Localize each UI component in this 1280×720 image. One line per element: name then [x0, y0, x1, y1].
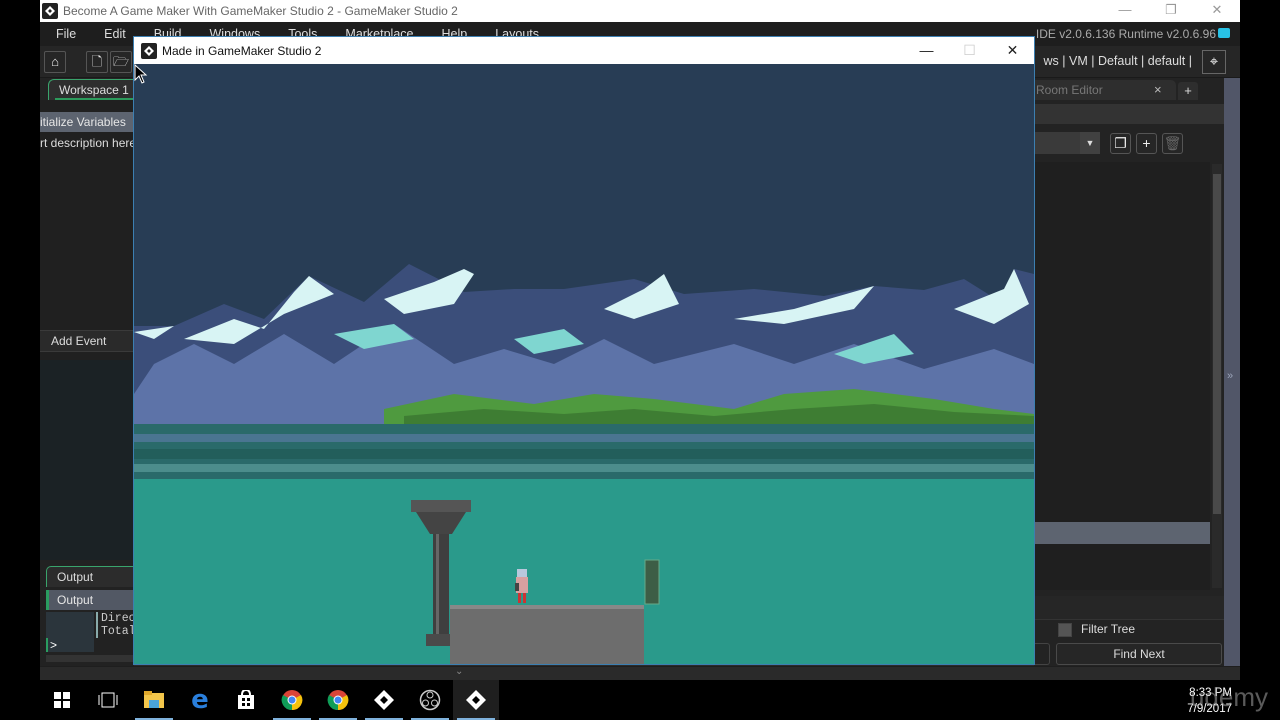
home-icon[interactable]: ⌂	[44, 51, 66, 73]
lake-reflection-band	[134, 464, 1034, 472]
taskbar-chrome-2[interactable]	[315, 680, 361, 720]
ide-titlebar: Become A Game Maker With GameMaker Studi…	[40, 0, 1240, 22]
target-crosshair-icon[interactable]: ⌖	[1202, 50, 1226, 74]
tab-workspace-1[interactable]: Workspace 1	[48, 79, 139, 100]
output-horizontal-scrollbar[interactable]	[46, 654, 134, 662]
game-titlebar: Made in GameMaker Studio 2 — ☐ ✕	[134, 37, 1034, 64]
start-button[interactable]	[39, 680, 85, 720]
game-window: Made in GameMaker Studio 2 — ☐ ✕	[133, 36, 1035, 665]
game-canvas[interactable]	[134, 64, 1034, 664]
resource-tree-panel: Room Editor × + ▼ ❐ + 🗑 Filter Tree Find…	[1034, 78, 1224, 668]
scrollbar-thumb[interactable]	[1213, 174, 1221, 514]
filter-tree-checkbox[interactable]	[1058, 623, 1072, 637]
taskbar-gamemaker-1[interactable]	[361, 680, 407, 720]
output-header: Output	[46, 590, 134, 610]
gamemaker-logo-icon	[42, 3, 58, 19]
chevron-down-icon[interactable]: ▼	[1080, 132, 1100, 154]
green-stone-block	[644, 559, 660, 605]
chrome-icon	[281, 690, 303, 711]
edge-icon: e	[191, 685, 209, 715]
stone-platform	[450, 605, 644, 664]
game-maximize-button[interactable]: ☐	[948, 37, 991, 64]
tab-output[interactable]: Output	[46, 566, 134, 587]
find-next-button[interactable]: Find Next	[1056, 643, 1222, 665]
duplicate-icon[interactable]: ❐	[1110, 133, 1131, 154]
output-log: Direc Total	[96, 612, 136, 638]
game-minimize-button[interactable]: —	[905, 37, 948, 64]
code-area	[40, 360, 134, 560]
stone-platform-top	[450, 605, 644, 609]
add-event-button[interactable]: Add Event	[40, 330, 134, 352]
filter-tree-label: Filter Tree	[1081, 622, 1136, 636]
taskbar-gamemaker-2[interactable]	[453, 680, 499, 720]
find-previous-button[interactable]	[1034, 643, 1050, 665]
taskbar-file-explorer[interactable]	[131, 680, 177, 720]
event-item-initialize-variables[interactable]: itialize Variables	[40, 112, 134, 132]
task-view-icon	[98, 692, 118, 708]
bottom-dock-strip: ⌄	[40, 666, 1240, 680]
gamemaker-icon	[374, 690, 394, 710]
ide-close-button[interactable]: ✕	[1194, 0, 1240, 22]
pillar-shaft	[433, 534, 449, 639]
target-selector[interactable]: ws | VM | Default | default |	[1044, 54, 1192, 68]
find-input[interactable]	[1034, 596, 1224, 620]
chrome-icon	[327, 690, 349, 711]
store-icon	[238, 690, 254, 709]
new-file-icon[interactable]: 🗋	[86, 51, 108, 73]
mouse-cursor-icon	[134, 64, 148, 84]
resource-tree-scrollbar[interactable]	[1212, 164, 1222, 588]
obs-icon	[419, 689, 441, 711]
open-folder-icon[interactable]: 🗁	[110, 51, 132, 73]
udemy-watermark: udemy	[1189, 682, 1268, 712]
windows-logo-icon	[54, 692, 70, 708]
taskbar-obs[interactable]	[407, 680, 453, 720]
ide-minimize-button[interactable]: —	[1102, 0, 1148, 22]
output-line: Total	[101, 625, 136, 638]
resource-search-input[interactable]	[1034, 104, 1224, 124]
taskbar-chrome-1[interactable]	[269, 680, 315, 720]
task-view-button[interactable]	[85, 680, 131, 720]
add-tab-button[interactable]: +	[1178, 82, 1198, 100]
chevron-right-icon: >	[46, 638, 57, 652]
menu-edit[interactable]: Edit	[104, 27, 126, 41]
output-panel: Output Output Direc Total >	[40, 560, 136, 670]
collapse-panel-strip[interactable]: »	[1224, 78, 1240, 670]
taskbar-store[interactable]	[223, 680, 269, 720]
folder-icon	[144, 691, 164, 708]
close-tab-icon[interactable]: ×	[1154, 80, 1162, 100]
pillar-base	[426, 634, 450, 646]
double-chevron-right-icon: »	[1227, 370, 1234, 382]
pillar-highlight	[436, 534, 439, 639]
game-window-title: Made in GameMaker Studio 2	[162, 43, 322, 58]
event-description[interactable]: rt description here	[40, 134, 134, 152]
ide-title: Become A Game Maker With GameMaker Studi…	[63, 4, 458, 18]
taskbar-edge[interactable]: e	[177, 680, 223, 720]
game-scene	[134, 64, 1034, 664]
ide-restore-button[interactable]: ❐	[1148, 0, 1194, 22]
output-line: Direc	[101, 612, 136, 625]
lake-reflection-band	[134, 434, 1034, 442]
chat-icon[interactable]	[1218, 28, 1230, 38]
windows-taskbar: e 8:33 PM 7/9/2017 udemy	[0, 680, 1280, 720]
desktop: Become A Game Maker With GameMaker Studi…	[0, 0, 1280, 720]
gamemaker-logo-icon	[141, 42, 157, 59]
resource-tree-selected-item[interactable]	[1034, 522, 1210, 544]
version-label: IDE v2.0.6.136 Runtime v2.0.6.96	[1035, 27, 1216, 41]
pillar-capital	[411, 500, 471, 512]
double-chevron-down-icon[interactable]: ⌄	[455, 666, 463, 677]
menu-file[interactable]: File	[56, 27, 76, 41]
gamemaker-icon	[466, 690, 486, 710]
add-icon[interactable]: +	[1136, 133, 1157, 154]
trash-icon[interactable]: 🗑	[1162, 133, 1183, 154]
game-close-button[interactable]: ✕	[991, 37, 1034, 64]
lake-reflection-band	[134, 449, 1034, 459]
